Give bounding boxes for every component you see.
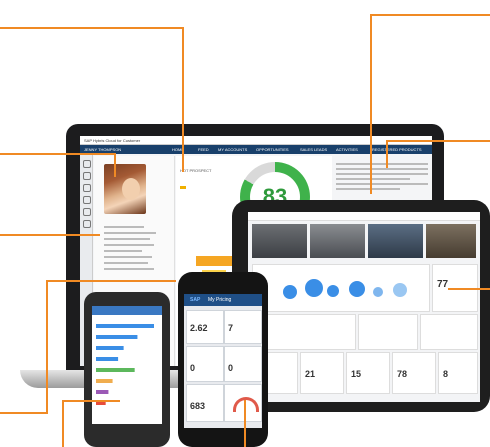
gauge-icon: [233, 397, 259, 412]
kpi-tile[interactable]: 0: [186, 346, 224, 382]
tab-opportunities[interactable]: OPPORTUNITIES: [256, 147, 289, 152]
phone-nav-bar: SAP My Pricing: [184, 294, 262, 306]
tasks-card[interactable]: [358, 314, 418, 350]
bubble: [393, 283, 407, 297]
bar-chart: [96, 324, 154, 405]
metric-card-5[interactable]: 8: [438, 352, 478, 394]
news-tile-1[interactable]: [252, 224, 307, 258]
calendar-icon[interactable]: [83, 184, 91, 192]
callout-line: [0, 412, 48, 414]
tab-sales-leads[interactable]: SALES LEADS: [300, 147, 327, 152]
orange-callout-tag: [196, 256, 236, 266]
callout-line: [182, 27, 184, 172]
kpi-value: 0: [228, 363, 234, 373]
revenue-card[interactable]: [420, 314, 478, 350]
callout-line: [448, 288, 490, 290]
bar: [96, 346, 124, 350]
gauge-tile[interactable]: [224, 384, 262, 422]
iphone-screen: SAP My Pricing 2.62 7 0 0 683: [184, 294, 262, 428]
top-navigation: JENNY THOMPSON HOME FEED MY ACCOUNTS OPP…: [80, 145, 432, 154]
phone-app-bar: [92, 306, 162, 315]
chart-icon[interactable]: [83, 208, 91, 216]
callout-line: [46, 280, 176, 282]
settings-icon[interactable]: [83, 220, 91, 228]
rating-stars: [180, 186, 186, 189]
sap-logo: SAP: [190, 297, 201, 303]
callout-line: [46, 280, 48, 414]
activity-chart-card[interactable]: 26: [252, 264, 430, 312]
news-tile-4[interactable]: [426, 224, 476, 258]
contact-photo: [104, 164, 146, 214]
bubble: [327, 285, 339, 297]
metric-value: 21: [305, 369, 316, 379]
kpi-value: 2.62: [190, 323, 208, 333]
contacts-icon[interactable]: [83, 196, 91, 204]
kpi-tile[interactable]: 683: [186, 384, 224, 422]
callout-line: [0, 153, 116, 155]
callout-line: [0, 234, 100, 236]
tablet-header: [248, 212, 480, 221]
bar: [96, 335, 138, 339]
metric-value: 15: [351, 369, 362, 379]
contact-face: [122, 178, 140, 200]
tab-profile[interactable]: JENNY THOMPSON: [84, 147, 121, 152]
status-label: HOT PROSPECT: [180, 168, 212, 173]
phone-title: My Pricing: [208, 297, 232, 303]
bubble: [373, 287, 383, 297]
news-tile-3[interactable]: [368, 224, 423, 258]
metric-value: 78: [397, 369, 408, 379]
card-value: 77: [437, 279, 449, 290]
metric-value: 8: [443, 369, 449, 379]
app-title: SAP Hybris Cloud for Customer: [84, 138, 141, 143]
bubble: [305, 279, 323, 297]
bar: [96, 379, 113, 383]
search-icon[interactable]: [83, 172, 91, 180]
news-tile-2[interactable]: [310, 224, 365, 258]
kpi-value: 7: [228, 323, 234, 333]
metric-card-2[interactable]: 21: [300, 352, 344, 394]
callout-line: [0, 27, 184, 29]
callout-line: [114, 153, 116, 177]
callout-line: [386, 140, 490, 142]
kpi-value: 683: [190, 401, 206, 411]
contact-details: [104, 222, 164, 302]
bubble: [283, 285, 297, 299]
bar: [96, 357, 119, 361]
bar: [96, 368, 135, 372]
callout-line: [62, 400, 64, 447]
kpi-tile[interactable]: 2.62: [186, 310, 224, 344]
metric-card-3[interactable]: 15: [346, 352, 390, 394]
kpi-value: 0: [190, 363, 196, 373]
metric-card-4[interactable]: 78: [392, 352, 436, 394]
app-title-bar: SAP Hybris Cloud for Customer: [80, 136, 432, 145]
callout-line: [370, 14, 490, 16]
tab-activities[interactable]: ACTIVITIES: [336, 147, 358, 152]
tablet-screen: 26 77 0 21 15 78 8: [248, 212, 480, 402]
callout-line: [386, 140, 388, 168]
kpi-tile[interactable]: 7: [224, 310, 262, 344]
bubble: [349, 281, 365, 297]
callout-line: [370, 14, 372, 194]
tab-my-accounts[interactable]: MY ACCOUNTS: [218, 147, 247, 152]
android-phone-screen: [92, 306, 162, 424]
home-icon[interactable]: [83, 160, 91, 168]
callout-line: [244, 400, 246, 447]
tab-registered-products[interactable]: REGISTERED PRODUCTS: [372, 147, 422, 152]
bar: [96, 324, 154, 328]
bar: [96, 390, 109, 394]
tab-feed[interactable]: FEED: [198, 147, 209, 152]
callout-line: [62, 400, 120, 402]
kpi-tile[interactable]: 0: [224, 346, 262, 382]
